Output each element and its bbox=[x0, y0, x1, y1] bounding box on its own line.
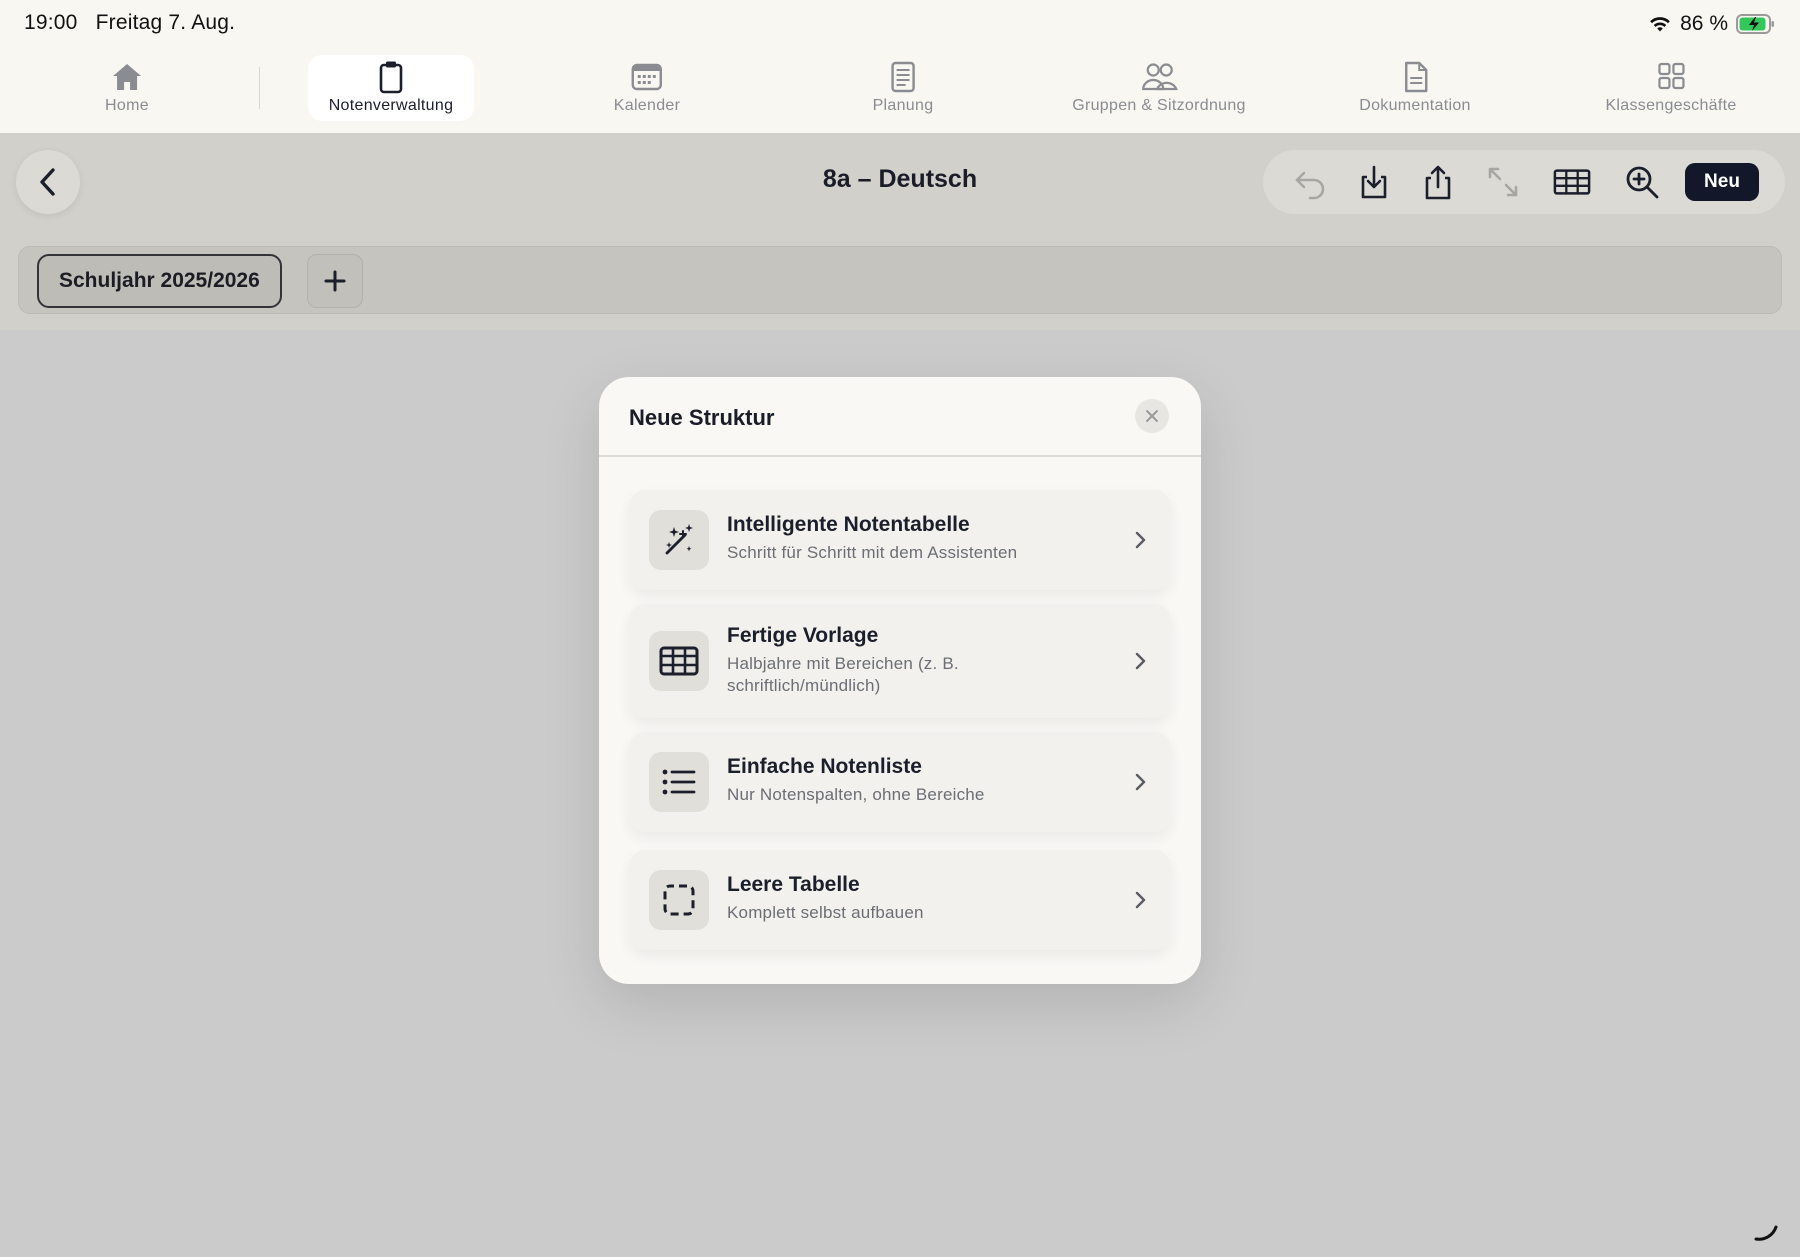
chevron-right-icon bbox=[1135, 773, 1146, 791]
resize-corner-icon bbox=[1754, 1225, 1778, 1241]
close-icon bbox=[1146, 410, 1158, 422]
tab-label: Klassengeschäfte bbox=[1605, 97, 1737, 114]
battery-percent: 86 % bbox=[1680, 12, 1728, 35]
battery-charging-icon bbox=[1736, 14, 1774, 34]
option-title: Einfache Notenliste bbox=[727, 755, 922, 778]
option-title: Fertige Vorlage bbox=[727, 624, 879, 647]
status-bar-right: 86 % bbox=[1648, 10, 1776, 38]
undo-button[interactable] bbox=[1291, 163, 1329, 201]
add-year-button[interactable] bbox=[307, 254, 363, 308]
tab-kalender[interactable]: Kalender bbox=[614, 55, 680, 121]
tab-label: Home bbox=[105, 97, 149, 114]
tab-dokumentation[interactable]: Dokumentation bbox=[1359, 55, 1471, 121]
expand-icon bbox=[1488, 167, 1518, 197]
status-date: Freitag 7. Aug. bbox=[95, 11, 236, 34]
chevron-right-icon bbox=[1135, 891, 1146, 909]
option-intelligente-notentabelle[interactable]: Intelligente Notentabelle Schritt für Sc… bbox=[629, 490, 1171, 590]
wifi-icon bbox=[1650, 17, 1670, 32]
new-button[interactable]: Neu bbox=[1685, 163, 1759, 201]
tab-label: Kalender bbox=[613, 97, 681, 114]
table-icon bbox=[1553, 169, 1591, 195]
home-icon bbox=[112, 64, 141, 90]
document-icon bbox=[1404, 61, 1428, 93]
close-button[interactable] bbox=[1135, 399, 1169, 433]
calendar-icon bbox=[631, 63, 663, 91]
table-icon bbox=[659, 646, 699, 676]
grid-icon bbox=[1657, 62, 1685, 90]
tab-planung[interactable]: Planung bbox=[873, 55, 934, 121]
people-icon bbox=[1141, 63, 1178, 91]
undo-icon bbox=[1295, 171, 1325, 200]
tab-label: Dokumentation bbox=[1359, 97, 1471, 114]
page-toolbar: 8a – Deutsch Neu Schuljahr 2025/2026 bbox=[0, 133, 1800, 330]
table-view-button[interactable] bbox=[1553, 163, 1591, 201]
tab-home[interactable]: Home bbox=[105, 55, 149, 121]
option-icon-box bbox=[649, 752, 709, 812]
magic-wand-icon bbox=[665, 524, 693, 555]
zoom-in-icon bbox=[1626, 166, 1659, 199]
option-subtitle: Nur Notenspalten, ohne Bereiche bbox=[727, 785, 985, 804]
option-icon-box bbox=[649, 631, 709, 691]
option-text: Leere Tabelle Komplett selbst aufbauen bbox=[727, 873, 1111, 924]
toolbar-actions: Neu bbox=[1263, 150, 1785, 214]
option-fertige-vorlage[interactable]: Fertige Vorlage Halbjahre mit Bereichen … bbox=[629, 604, 1171, 718]
zoom-button[interactable] bbox=[1623, 163, 1661, 201]
school-year-chip[interactable]: Schuljahr 2025/2026 bbox=[37, 254, 282, 308]
option-text: Intelligente Notentabelle Schritt für Sc… bbox=[727, 513, 1111, 564]
new-structure-dialog: Neue Struktur Intelligente Notentabelle … bbox=[599, 377, 1201, 984]
tab-label: Notenverwaltung bbox=[328, 97, 454, 114]
dialog-header: Neue Struktur bbox=[599, 377, 1201, 457]
document-list-icon bbox=[891, 61, 916, 93]
option-subtitle: Schritt für Schritt mit dem Assistenten bbox=[727, 543, 1018, 562]
option-subtitle: Halbjahre mit Bereichen (z. B. schriftli… bbox=[727, 654, 959, 695]
option-subtitle: Komplett selbst aufbauen bbox=[727, 903, 924, 922]
option-text: Fertige Vorlage Halbjahre mit Bereichen … bbox=[727, 624, 1111, 697]
clipboard-icon bbox=[379, 61, 403, 94]
school-year-bar: Schuljahr 2025/2026 bbox=[18, 246, 1782, 314]
download-icon bbox=[1361, 165, 1387, 199]
option-title: Intelligente Notentabelle bbox=[727, 513, 970, 536]
download-button[interactable] bbox=[1355, 163, 1393, 201]
tab-label: Gruppen & Sitzordnung bbox=[1072, 97, 1246, 114]
option-leere-tabelle[interactable]: Leere Tabelle Komplett selbst aufbauen bbox=[629, 850, 1171, 950]
tab-klassengeschaefte[interactable]: Klassengeschäfte bbox=[1605, 55, 1736, 121]
main-tab-bar: Home Notenverwaltung Kalender Planung Gr… bbox=[0, 55, 1800, 123]
share-button[interactable] bbox=[1419, 163, 1457, 201]
option-title: Leere Tabelle bbox=[727, 873, 860, 896]
option-icon-box bbox=[649, 510, 709, 570]
option-icon-box bbox=[649, 870, 709, 930]
page-title: 8a – Deutsch bbox=[822, 165, 978, 193]
option-einfache-notenliste[interactable]: Einfache Notenliste Nur Notenspalten, oh… bbox=[629, 732, 1171, 832]
plus-icon bbox=[324, 270, 346, 292]
tab-notenverwaltung[interactable]: Notenverwaltung bbox=[308, 55, 474, 121]
chevron-right-icon bbox=[1135, 652, 1146, 670]
dialog-title: Neue Struktur bbox=[629, 405, 775, 430]
expand-button[interactable] bbox=[1484, 163, 1522, 201]
list-icon bbox=[662, 769, 696, 795]
status-bar-left: 19:00 Freitag 7. Aug. bbox=[24, 11, 235, 35]
tab-label: Planung bbox=[872, 97, 934, 114]
tab-gruppen[interactable]: Gruppen & Sitzordnung bbox=[1072, 55, 1246, 121]
status-time: 19:00 bbox=[24, 11, 78, 34]
share-icon bbox=[1425, 165, 1451, 200]
chevron-left-icon bbox=[40, 168, 55, 196]
dashed-square-icon bbox=[663, 884, 695, 916]
tab-divider bbox=[259, 67, 260, 109]
option-text: Einfache Notenliste Nur Notenspalten, oh… bbox=[727, 755, 1111, 806]
chevron-right-icon bbox=[1135, 531, 1146, 549]
top-bar: 19:00 Freitag 7. Aug. 86 % Home Notenver… bbox=[0, 0, 1800, 133]
back-button[interactable] bbox=[16, 150, 80, 214]
